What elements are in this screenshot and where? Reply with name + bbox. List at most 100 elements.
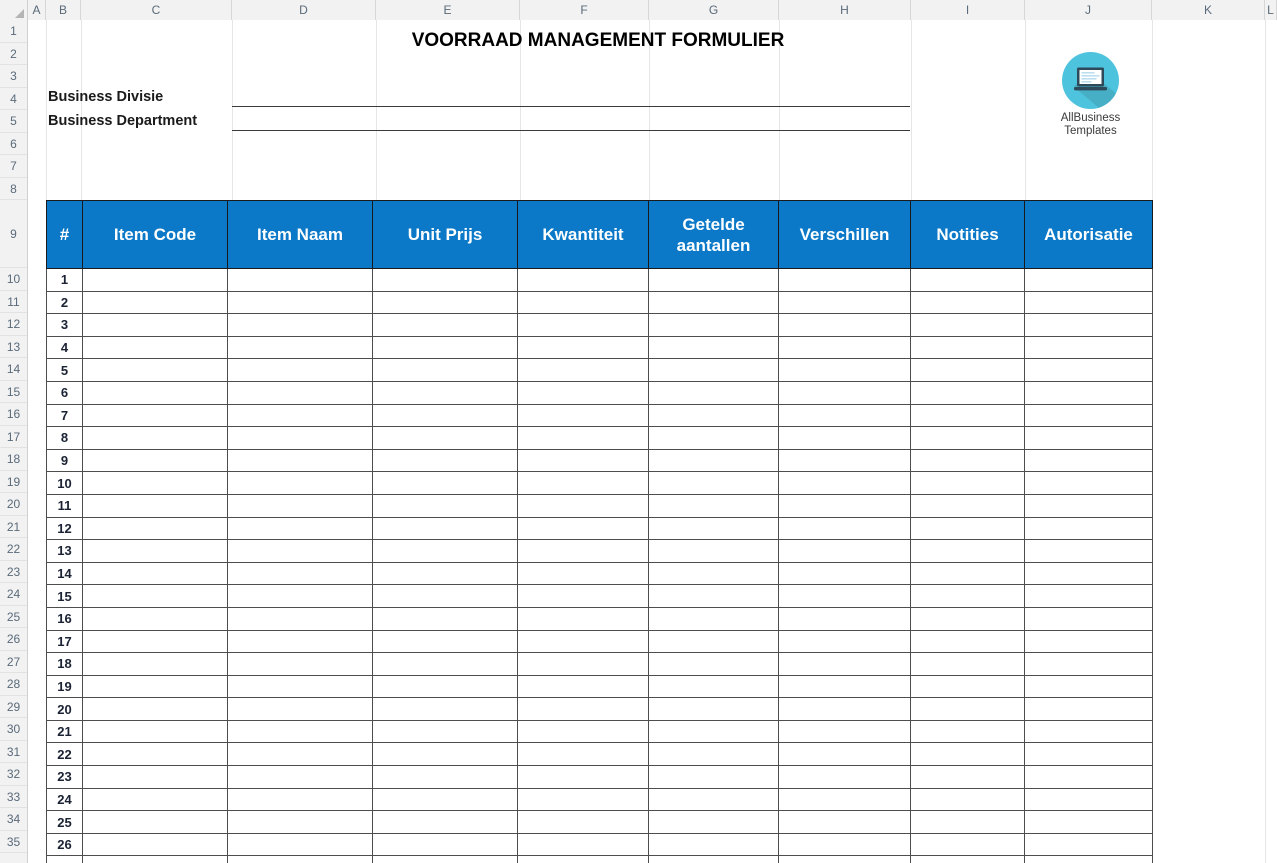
cell-unit-prijs[interactable] — [372, 403, 518, 428]
cell-getelde-aantallen[interactable] — [648, 742, 779, 767]
row-header-7[interactable]: 7 — [0, 155, 27, 178]
cell-kwantiteit[interactable] — [517, 290, 649, 315]
column-header-notities[interactable]: Notities — [910, 200, 1025, 269]
cell-autorisatie[interactable] — [1024, 584, 1153, 608]
cell-notities[interactable] — [910, 426, 1025, 450]
cell-kwantiteit[interactable] — [517, 855, 649, 863]
cell-item-code[interactable] — [82, 539, 228, 563]
cell-kwantiteit[interactable] — [517, 426, 649, 450]
cell-verschillen[interactable] — [778, 697, 911, 721]
cell-getelde-aantallen[interactable] — [648, 719, 779, 744]
cell-verschillen[interactable] — [778, 290, 911, 315]
cell-unit-prijs[interactable] — [372, 539, 518, 563]
row-index-cell[interactable]: 18 — [46, 652, 83, 676]
row-header-6[interactable]: 6 — [0, 133, 27, 155]
cell-item-naam[interactable] — [227, 335, 373, 360]
row-header-24[interactable]: 24 — [0, 583, 27, 606]
row-index-cell[interactable]: 6 — [46, 380, 83, 405]
cell-item-naam[interactable] — [227, 358, 373, 382]
cell-unit-prijs[interactable] — [372, 516, 518, 541]
cell-verschillen[interactable] — [778, 471, 911, 495]
row-index-cell[interactable]: 5 — [46, 358, 83, 382]
row-index-cell[interactable]: 21 — [46, 719, 83, 744]
cell-getelde-aantallen[interactable] — [648, 335, 779, 360]
cell-kwantiteit[interactable] — [517, 787, 649, 812]
cell-verschillen[interactable] — [778, 493, 911, 518]
cell-kwantiteit[interactable] — [517, 471, 649, 495]
cell-verschillen[interactable] — [778, 629, 911, 654]
cell-getelde-aantallen[interactable] — [648, 584, 779, 608]
cell-autorisatie[interactable] — [1024, 403, 1153, 428]
cell-getelde-aantallen[interactable] — [648, 765, 779, 789]
row-header-14[interactable]: 14 — [0, 358, 27, 381]
cell-autorisatie[interactable] — [1024, 448, 1153, 473]
cell-unit-prijs[interactable] — [372, 742, 518, 767]
cell-kwantiteit[interactable] — [517, 358, 649, 382]
row-index-cell[interactable]: 27 — [46, 855, 83, 863]
row-header-5[interactable]: 5 — [0, 110, 27, 133]
row-header-8[interactable]: 8 — [0, 178, 27, 200]
cell-kwantiteit[interactable] — [517, 380, 649, 405]
row-index-cell[interactable]: 20 — [46, 697, 83, 721]
cell-notities[interactable] — [910, 674, 1025, 699]
row-index-cell[interactable]: 16 — [46, 606, 83, 631]
cell-notities[interactable] — [910, 539, 1025, 563]
cell-item-code[interactable] — [82, 606, 228, 631]
cell-verschillen[interactable] — [778, 426, 911, 450]
cell-item-naam[interactable] — [227, 674, 373, 699]
cell-kwantiteit[interactable] — [517, 403, 649, 428]
cell-item-code[interactable] — [82, 268, 228, 292]
column-header-e[interactable]: E — [376, 0, 520, 20]
row-header-16[interactable]: 16 — [0, 403, 27, 426]
select-all-corner[interactable] — [0, 0, 28, 20]
cell-getelde-aantallen[interactable] — [648, 426, 779, 450]
cell-kwantiteit[interactable] — [517, 810, 649, 834]
row-header-13[interactable]: 13 — [0, 336, 27, 358]
cell-item-code[interactable] — [82, 629, 228, 654]
cell-notities[interactable] — [910, 629, 1025, 654]
cell-getelde-aantallen[interactable] — [648, 810, 779, 834]
cell-unit-prijs[interactable] — [372, 719, 518, 744]
column-header-h[interactable]: H — [779, 0, 911, 20]
cell-autorisatie[interactable] — [1024, 516, 1153, 541]
cell-kwantiteit[interactable] — [517, 606, 649, 631]
cell-item-code[interactable] — [82, 674, 228, 699]
row-index-cell[interactable]: 7 — [46, 403, 83, 428]
column-header-item-code[interactable]: Item Code — [82, 200, 228, 269]
cell-autorisatie[interactable] — [1024, 742, 1153, 767]
cell-item-code[interactable] — [82, 584, 228, 608]
cell-item-code[interactable] — [82, 516, 228, 541]
cell-verschillen[interactable] — [778, 719, 911, 744]
row-header-9[interactable]: 9 — [0, 200, 27, 268]
cell-notities[interactable] — [910, 290, 1025, 315]
cell-verschillen[interactable] — [778, 832, 911, 857]
cell-getelde-aantallen[interactable] — [648, 380, 779, 405]
cell-autorisatie[interactable] — [1024, 380, 1153, 405]
cell-verschillen[interactable] — [778, 584, 911, 608]
cell-item-code[interactable] — [82, 426, 228, 450]
cell-autorisatie[interactable] — [1024, 493, 1153, 518]
cell-notities[interactable] — [910, 358, 1025, 382]
cell-item-code[interactable] — [82, 810, 228, 834]
business-department-input[interactable] — [232, 130, 910, 131]
cell-verschillen[interactable] — [778, 448, 911, 473]
cell-item-naam[interactable] — [227, 652, 373, 676]
row-header-32[interactable]: 32 — [0, 763, 27, 786]
cell-autorisatie[interactable] — [1024, 539, 1153, 563]
row-index-cell[interactable]: 8 — [46, 426, 83, 450]
cell-unit-prijs[interactable] — [372, 290, 518, 315]
cell-notities[interactable] — [910, 606, 1025, 631]
cell-notities[interactable] — [910, 584, 1025, 608]
cell-notities[interactable] — [910, 855, 1025, 863]
cell-kwantiteit[interactable] — [517, 561, 649, 586]
cell-verschillen[interactable] — [778, 561, 911, 586]
cell-autorisatie[interactable] — [1024, 765, 1153, 789]
cell-item-naam[interactable] — [227, 448, 373, 473]
cell-getelde-aantallen[interactable] — [648, 787, 779, 812]
row-index-cell[interactable]: 26 — [46, 832, 83, 857]
row-header-34[interactable]: 34 — [0, 808, 27, 831]
cell-item-code[interactable] — [82, 493, 228, 518]
cell-notities[interactable] — [910, 719, 1025, 744]
cell-autorisatie[interactable] — [1024, 674, 1153, 699]
row-header-25[interactable]: 25 — [0, 606, 27, 628]
